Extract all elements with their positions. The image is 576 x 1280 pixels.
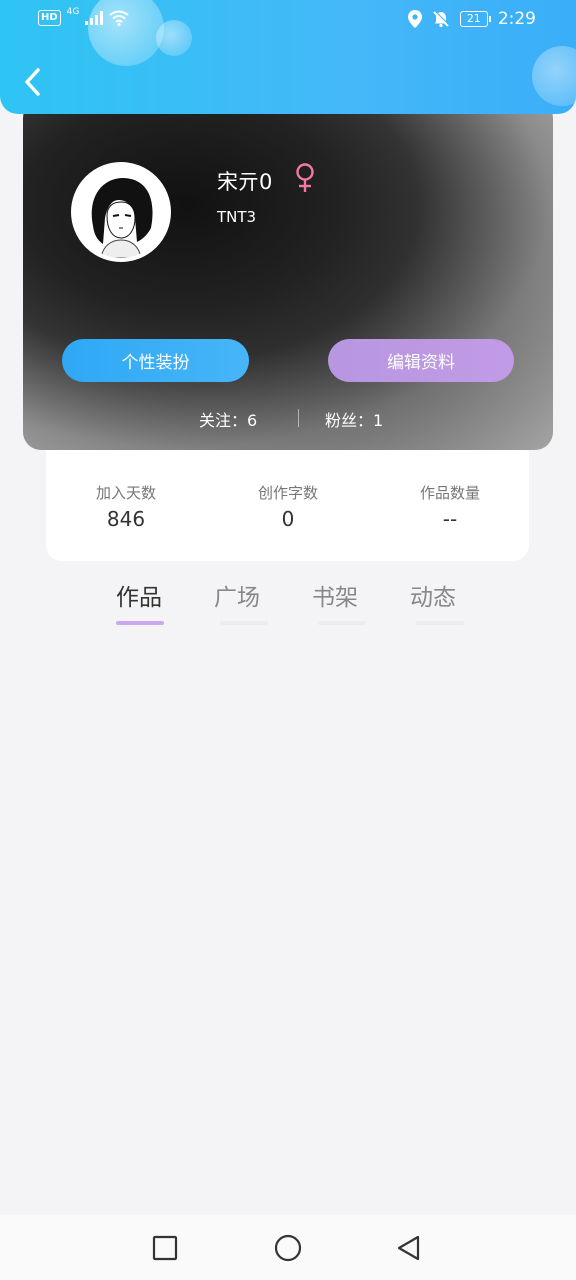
stat-value: 846 xyxy=(106,507,146,531)
tab-indicator xyxy=(318,621,366,625)
tab-indicator xyxy=(416,621,464,625)
active-tab-indicator xyxy=(116,621,164,625)
following-count[interactable]: 关注：6 xyxy=(199,407,257,431)
tab-works[interactable]: 作品 xyxy=(116,578,162,612)
stat-value: -- xyxy=(442,507,458,531)
system-nav-bar xyxy=(0,1215,576,1280)
battery-icon: 21 xyxy=(459,11,491,27)
avatar-image xyxy=(75,166,167,258)
fans-count[interactable]: 粉丝：1 xyxy=(325,407,383,431)
status-bar: HD 4G 21 2:29 xyxy=(0,0,576,40)
clock: 2:29 xyxy=(497,9,536,29)
signal-icon xyxy=(85,11,104,25)
stat-join-days: 加入天数 846 xyxy=(56,482,196,531)
tab-bookshelf[interactable]: 书架 xyxy=(312,578,358,612)
tab-plaza[interactable]: 广场 xyxy=(214,578,260,612)
divider xyxy=(298,409,299,427)
stat-label: 加入天数 xyxy=(95,484,156,502)
stat-value: 0 xyxy=(281,507,295,531)
edit-profile-label: 编辑资料 xyxy=(387,353,455,373)
home-icon[interactable] xyxy=(273,1233,303,1263)
stat-label: 作品数量 xyxy=(419,484,480,502)
stat-works-count: 作品数量 -- xyxy=(380,482,520,531)
avatar[interactable] xyxy=(71,162,171,262)
stat-label: 创作字数 xyxy=(257,484,318,502)
edit-profile-button[interactable]: 编辑资料 xyxy=(328,339,514,382)
chevron-left-icon xyxy=(25,68,40,96)
wifi-icon xyxy=(109,10,129,26)
profile-card: 宋亓0 TNT3 个性装扮 编辑资料 关注：6 粉丝：1 xyxy=(23,100,553,450)
follow-stats: 关注：6 粉丝：1 xyxy=(23,405,553,431)
content-tabs: 作品 广场 书架 动态 xyxy=(0,578,576,630)
decorative-bubble xyxy=(532,46,576,106)
mute-bell-icon xyxy=(433,10,450,28)
stats-panel: 加入天数 846 创作字数 0 作品数量 -- xyxy=(46,440,529,561)
network-type: 4G xyxy=(66,7,80,17)
location-icon xyxy=(407,10,422,28)
personal-dress-button[interactable]: 个性装扮 xyxy=(62,339,249,382)
stat-word-count: 创作字数 0 xyxy=(218,482,358,531)
user-id: TNT3 xyxy=(217,208,257,226)
tab-indicator xyxy=(220,621,268,625)
top-header: HD 4G 21 2:29 xyxy=(0,0,576,114)
back-button[interactable] xyxy=(18,64,48,100)
personal-dress-label: 个性装扮 xyxy=(121,353,190,373)
username: 宋亓0 xyxy=(217,170,273,194)
hd-badge: HD xyxy=(38,10,61,26)
tab-activity[interactable]: 动态 xyxy=(410,578,456,612)
female-icon xyxy=(296,163,314,192)
back-triangle-icon[interactable] xyxy=(394,1233,424,1263)
recent-apps-icon[interactable] xyxy=(150,1233,180,1263)
